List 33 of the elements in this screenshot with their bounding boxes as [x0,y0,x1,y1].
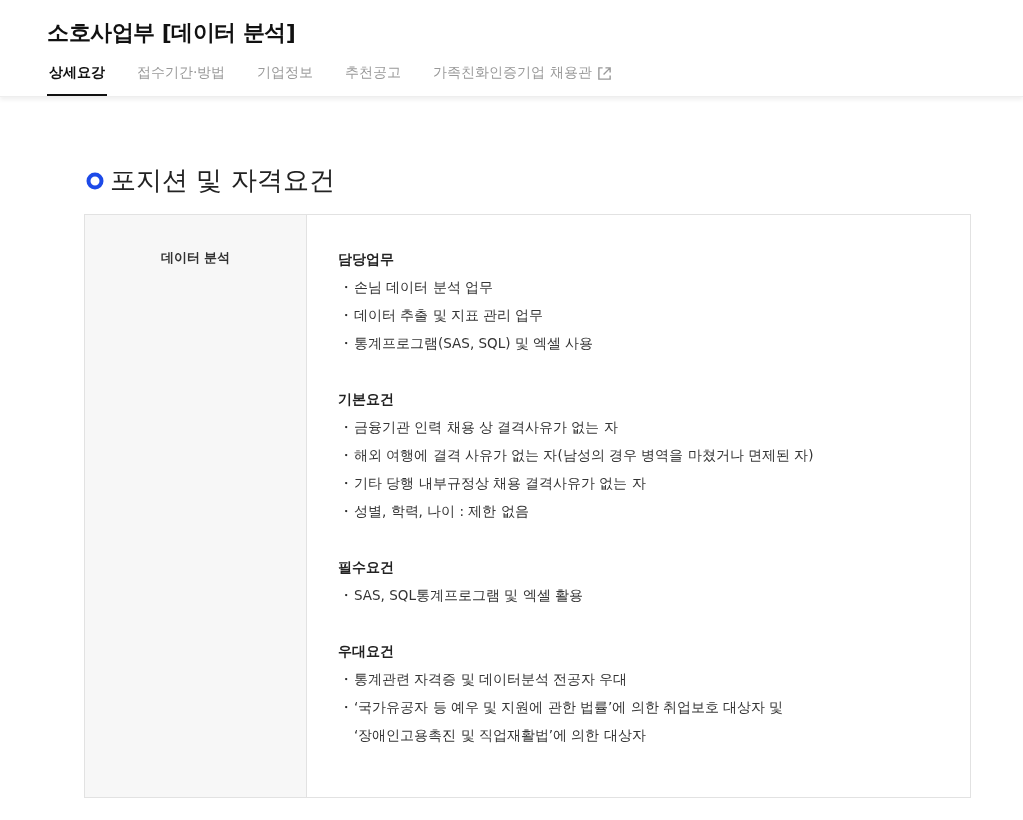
tab[interactable]: 접수기간·방법 [135,64,228,96]
circle-icon [86,171,104,190]
requirement-text: 기타 당행 내부규정상 채용 결격사유가 없는 자 [354,474,646,493]
requirement-text: 금융기관 인력 채용 상 결격사유가 없는 자 [354,418,618,437]
bullet: ・ [338,698,354,717]
requirement-text: SAS, SQL통계프로그램 및 엑셀 활용 [354,586,583,605]
bullet: ・ [338,418,354,437]
bullet: ・ [338,586,354,605]
requirement-text: 성별, 학력, 나이 : 제한 없음 [354,502,529,521]
bullet: ・ [338,670,354,689]
tab[interactable]: 가족친화인증기업 채용관 [431,64,614,96]
bullet: ・ [338,446,354,465]
tab[interactable]: 상세요강 [47,64,107,96]
group-title: 담당업무 [338,250,395,269]
requirement-text: 통계프로그램(SAS, SQL) 및 엑셀 사용 [354,334,594,353]
group-title: 우대요건 [338,642,395,661]
position-label: 데이터 분석 [160,250,231,265]
bullet: ・ [338,334,354,353]
group-title: 기본요건 [338,390,395,409]
page-title: 소호사업부 [데이터 분석] [47,19,297,47]
bullet: ・ [338,306,354,325]
group-title: 필수요건 [338,558,395,577]
tab[interactable]: 기업정보 [255,64,316,96]
bullet: ・ [338,278,354,297]
requirement-text: 손님 데이터 분석 업무 [354,278,493,297]
tab[interactable]: 추천공고 [343,64,404,96]
section-heading: 포지션 및 자격요건 [110,164,335,197]
requirement-text: 데이터 추출 및 지표 관리 업무 [354,306,544,325]
requirement-text: ‘국가유공자 등 예우 및 지원에 관한 법률’에 의한 취업보호 대상자 및 ‘장애인고용촉진 및 직업재활법’에 의한 대상자 [354,698,784,745]
bullet: ・ [338,502,354,521]
bullet: ・ [338,474,354,493]
requirement-text: 통계관련 자격증 및 데이터분석 전공자 우대 [354,670,628,689]
requirement-text: 해외 여행에 결격 사유가 없는 자(남성의 경우 병역을 마쳤거나 면제된 자) [354,446,814,465]
